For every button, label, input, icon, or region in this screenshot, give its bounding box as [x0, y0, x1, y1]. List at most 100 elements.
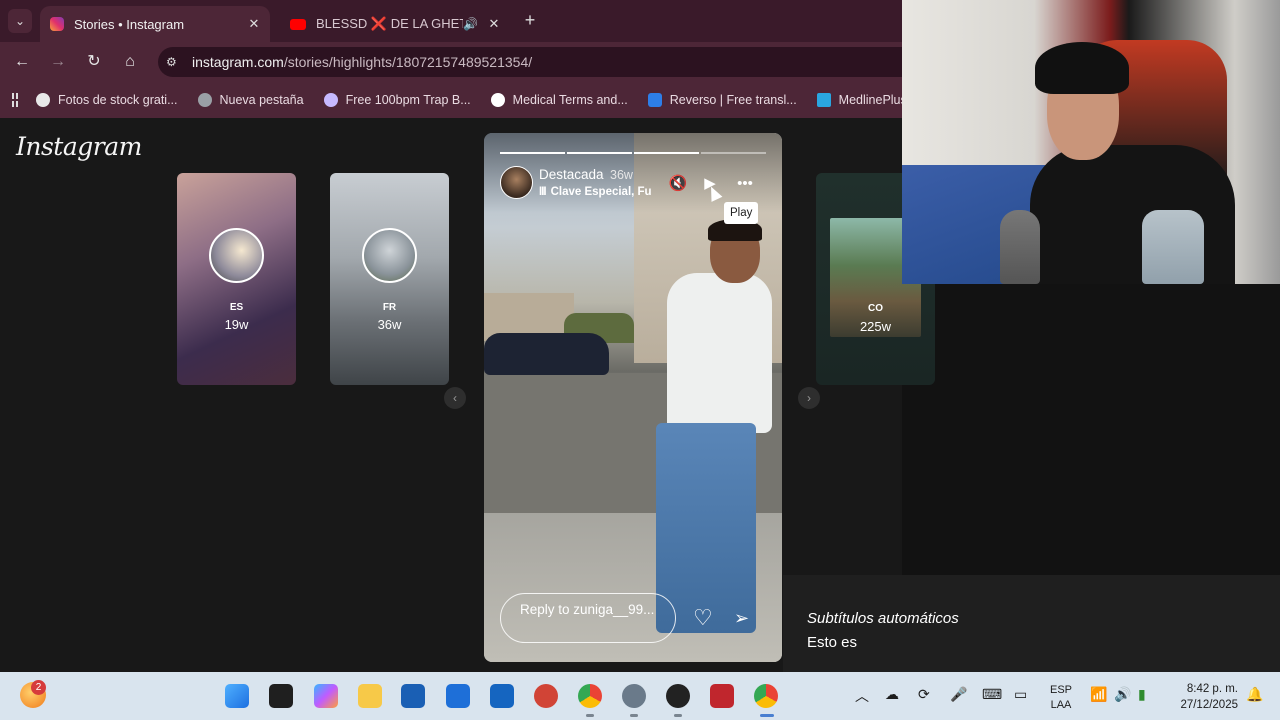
more-options-icon[interactable]: ••• — [734, 173, 756, 195]
highlight-name: ES — [229, 302, 244, 313]
story-photo-car — [484, 333, 609, 375]
progress-segment — [701, 152, 766, 154]
task-view-icon[interactable] — [269, 684, 293, 708]
bookmark-favicon-icon — [323, 93, 338, 107]
running-indicator — [586, 714, 594, 717]
reverso-icon — [647, 93, 662, 107]
webcam-water-bottle — [1142, 210, 1204, 284]
bookmarks-bar: Fotos de stock grati... Nueva pestaña Fr… — [0, 82, 902, 118]
running-indicator — [674, 714, 682, 717]
chrome-profile-icon[interactable] — [754, 684, 778, 708]
store-icon[interactable] — [446, 684, 470, 708]
keyboard-icon[interactable]: ⌨ — [982, 686, 1002, 703]
highlight-time: 36w — [377, 317, 402, 332]
tab-youtube[interactable]: BLESSD ❌ DE LA GHETTO 🔊 ✕ — [280, 6, 510, 42]
site-info-icon[interactable]: ⚙ — [166, 55, 188, 69]
bookmark-item[interactable]: Medical Terms and... — [490, 93, 628, 107]
close-tab-icon[interactable]: ✕ — [244, 16, 264, 32]
volume-icon[interactable]: 🔊 — [1114, 686, 1131, 703]
back-button[interactable]: ← — [10, 50, 34, 74]
powerpoint-icon[interactable] — [534, 684, 558, 708]
running-indicator — [630, 714, 638, 717]
touchpad-icon[interactable]: ▭ — [1014, 686, 1027, 703]
progress-segment — [500, 152, 565, 154]
bookmark-item[interactable]: Nueva pestaña — [197, 93, 304, 107]
windows-start-icon[interactable] — [225, 684, 249, 708]
clock-date: 27/12/2025 — [1180, 699, 1238, 711]
keyboard-layout: LAA — [1050, 699, 1072, 711]
bookmark-label: Reverso | Free transl... — [669, 93, 797, 107]
story-username[interactable]: Destacada — [539, 167, 604, 182]
like-heart-icon[interactable]: ♡ — [693, 607, 715, 629]
speaker-icon[interactable]: 🔊 — [463, 17, 478, 31]
story-time: 36w — [610, 168, 633, 182]
bookmark-item[interactable]: MedlinePlus - Inf — [816, 93, 902, 107]
youtube-favicon-icon — [290, 18, 306, 30]
story-audio-label[interactable]: III Clave Especial, Fu — [539, 186, 654, 198]
address-bar[interactable]: ⚙ instagram.com/stories/highlights/18072… — [158, 47, 902, 77]
system-clock[interactable]: 8:42 p. m. 27/12/2025 — [1166, 681, 1238, 713]
obs-icon[interactable] — [666, 684, 690, 708]
new-tab-button[interactable]: + — [518, 8, 542, 32]
webcam-microphone — [1000, 210, 1040, 284]
forward-button[interactable]: → — [46, 50, 70, 74]
battery-icon[interactable]: ▮ — [1138, 686, 1146, 703]
globe-icon — [197, 93, 212, 107]
mute-icon[interactable]: 🔇 — [667, 173, 689, 195]
clock-time: 8:42 p. m. — [1186, 683, 1238, 695]
microphone-icon[interactable]: 🎤 — [950, 686, 967, 703]
next-story-button[interactable]: › — [798, 387, 820, 409]
reply-input[interactable]: Reply to zuniga__99... — [500, 593, 676, 643]
settings-gear-icon[interactable] — [622, 684, 646, 708]
story-audio-title: Clave Especial, Fu — [550, 186, 652, 198]
show-hidden-icons-chevron-icon[interactable]: ︿ — [855, 686, 869, 706]
bookmark-item[interactable]: Reverso | Free transl... — [647, 93, 797, 107]
bookmark-item[interactable]: Fotos de stock grati... — [36, 93, 178, 107]
bookmark-favicon-icon — [490, 93, 505, 107]
notifications-icon[interactable]: 🔔 — [1246, 686, 1263, 703]
taskbar: ︿ ☁ ⟳ 🎤 ⌨ ▭ 📶 🔊 ▮ 🔔 — [0, 672, 1280, 720]
home-button[interactable]: ⌂ — [118, 50, 142, 74]
calendar-icon[interactable] — [490, 684, 514, 708]
bookmark-label: Fotos de stock grati... — [58, 93, 178, 107]
tab-search-button[interactable]: ⌄ — [8, 9, 32, 33]
captions-title: Subtítulos automáticos — [807, 610, 959, 627]
tab-title: BLESSD ❌ DE LA GHETTO — [316, 16, 463, 31]
highlight-time: 19w — [224, 317, 249, 332]
instagram-logo[interactable]: Instagram — [16, 132, 142, 161]
sync-icon[interactable]: ⟳ — [918, 686, 930, 703]
bookmark-item[interactable]: Free 100bpm Trap B... — [323, 93, 471, 107]
story-photo-person-jeans — [656, 423, 756, 633]
apps-grid-icon[interactable] — [12, 93, 18, 107]
play-tooltip: Play — [724, 202, 759, 224]
medlineplus-icon — [816, 93, 831, 107]
chrome-icon[interactable] — [578, 684, 602, 708]
browser-toolbar: ← → ↻ ⌂ ⚙ instagram.com/stories/highligh… — [0, 42, 902, 82]
instagram-favicon-icon — [50, 17, 64, 31]
highlight-time: 225w — [859, 319, 892, 334]
highlight-card-fr[interactable]: FR 36w — [330, 173, 449, 385]
onedrive-icon[interactable]: ☁ — [885, 686, 899, 703]
progress-segment — [567, 152, 632, 154]
close-tab-icon[interactable]: ✕ — [484, 16, 504, 32]
copilot-icon[interactable] — [314, 684, 338, 708]
wifi-icon[interactable]: 📶 — [1090, 686, 1107, 703]
mcafee-icon[interactable] — [710, 684, 734, 708]
file-explorer-icon[interactable] — [358, 684, 382, 708]
story-photo-person — [667, 273, 772, 433]
input-language[interactable]: ESP LAA — [1048, 683, 1074, 713]
highlight-avatar — [362, 228, 417, 283]
progress-segment — [634, 152, 699, 154]
tab-instagram[interactable]: Stories • Instagram ✕ — [40, 6, 270, 42]
story-user-avatar[interactable] — [500, 166, 533, 199]
webcam-person-cap — [1035, 42, 1129, 94]
word-icon[interactable] — [401, 684, 425, 708]
active-indicator — [760, 714, 774, 717]
previous-story-button[interactable]: ‹ — [444, 387, 466, 409]
url-text: instagram.com/stories/highlights/1807215… — [192, 54, 533, 70]
send-icon[interactable]: ➢ — [734, 607, 756, 629]
reload-button[interactable]: ↻ — [82, 50, 106, 74]
highlight-card-es[interactable]: ES 19w — [177, 173, 296, 385]
webcam-person-body — [1030, 145, 1235, 284]
notification-badge: 2 — [31, 680, 46, 695]
